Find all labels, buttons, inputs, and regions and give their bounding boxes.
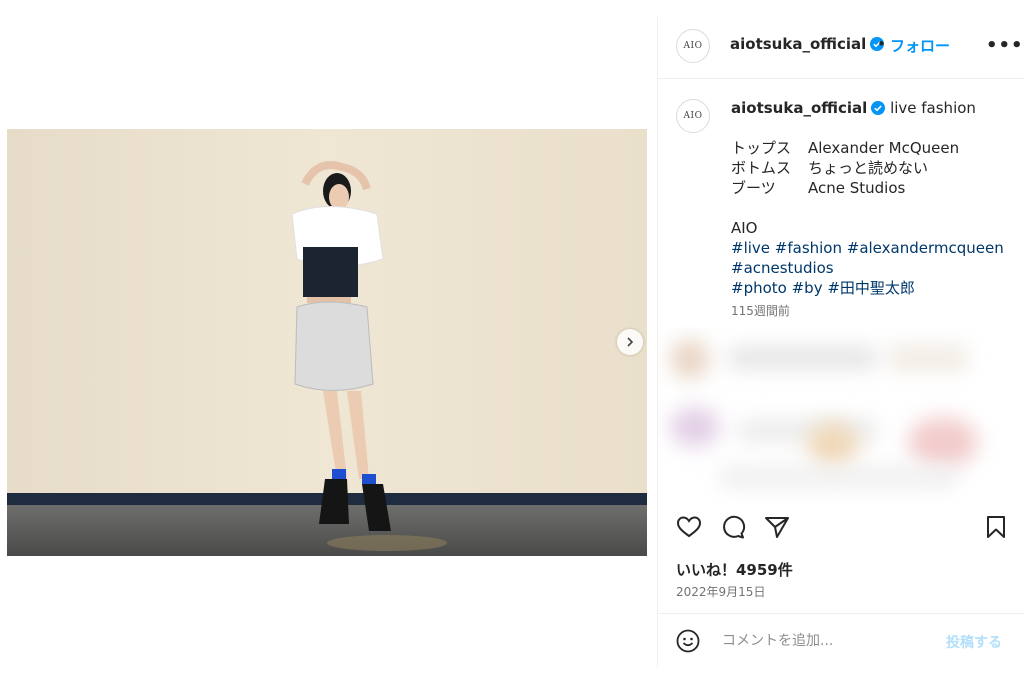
photo-illustration [7, 129, 647, 556]
heart-icon [676, 516, 702, 538]
outfit-value: Acne Studios [808, 179, 906, 197]
outfit-value: ちょっと読めない [808, 159, 929, 177]
comment-input[interactable] [720, 628, 944, 654]
action-bar [658, 513, 1024, 543]
signature: AIO [731, 219, 758, 237]
post-header: AIO aiotsuka_official • フォロー ••• [658, 17, 1024, 79]
emoji-button[interactable] [676, 629, 700, 657]
outfit-row: ブーツ Acne Studios [731, 178, 1004, 198]
caption-avatar[interactable]: AIO [676, 99, 710, 133]
caption-avatar-text: AIO [683, 111, 703, 121]
outfit-label: トップス [731, 139, 792, 157]
caption-header: aiotsuka_official live fashion [731, 99, 976, 117]
username-link[interactable]: aiotsuka_official [730, 35, 885, 53]
post-date[interactable]: 2022年9月15日 [676, 583, 765, 600]
save-button[interactable] [984, 515, 1008, 543]
share-button[interactable] [764, 515, 790, 543]
outfit-row: ボトムス ちょっと読めない [731, 158, 1004, 178]
comment-icon [723, 515, 746, 539]
outfit-label: ブーツ [731, 179, 776, 197]
avatar-text: AIO [683, 41, 703, 51]
follow-button[interactable]: フォロー [890, 35, 950, 56]
post-photo[interactable] [7, 129, 647, 556]
outfit-value: Alexander McQueen [808, 139, 960, 157]
hashtags-line[interactable]: #photo #by #田中聖太郎 [731, 278, 1004, 298]
bookmark-icon [987, 516, 1005, 538]
hashtags-line[interactable]: #live #fashion #alexandermcqueen [731, 238, 1004, 258]
likes-count[interactable]: いいね！4959件 [676, 559, 793, 580]
comment-bar: 投稿する [658, 613, 1024, 667]
blurred-comments [658, 327, 1024, 507]
caption-time[interactable]: 115週間前 [731, 302, 790, 319]
like-button[interactable] [676, 515, 702, 543]
hashtags-line[interactable]: #acnestudios [731, 258, 1004, 278]
outfit-label: ボトムス [731, 159, 792, 177]
more-options-icon[interactable]: ••• [986, 35, 1024, 56]
share-icon [765, 517, 789, 538]
caption-title: live fashion [890, 99, 976, 117]
outfit-row: トップス Alexander McQueen [731, 138, 1004, 158]
post-comment-button[interactable]: 投稿する [946, 632, 1002, 652]
avatar[interactable]: AIO [676, 29, 710, 63]
comment-button[interactable] [720, 515, 746, 543]
separator-dot: • [877, 35, 886, 53]
caption-body: トップス Alexander McQueen ボトムス ちょっと読めない ブーツ Ac… [731, 138, 1004, 298]
emoji-icon [676, 629, 700, 653]
chevron-right-icon [627, 337, 634, 347]
username-text: aiotsuka_official [730, 35, 867, 53]
caption-username[interactable]: aiotsuka_official [731, 99, 867, 117]
verified-badge-icon [871, 101, 886, 115]
next-photo-button[interactable] [617, 329, 643, 355]
post-sidebar: AIO aiotsuka_official • フォロー ••• AIO aio… [657, 17, 1024, 667]
